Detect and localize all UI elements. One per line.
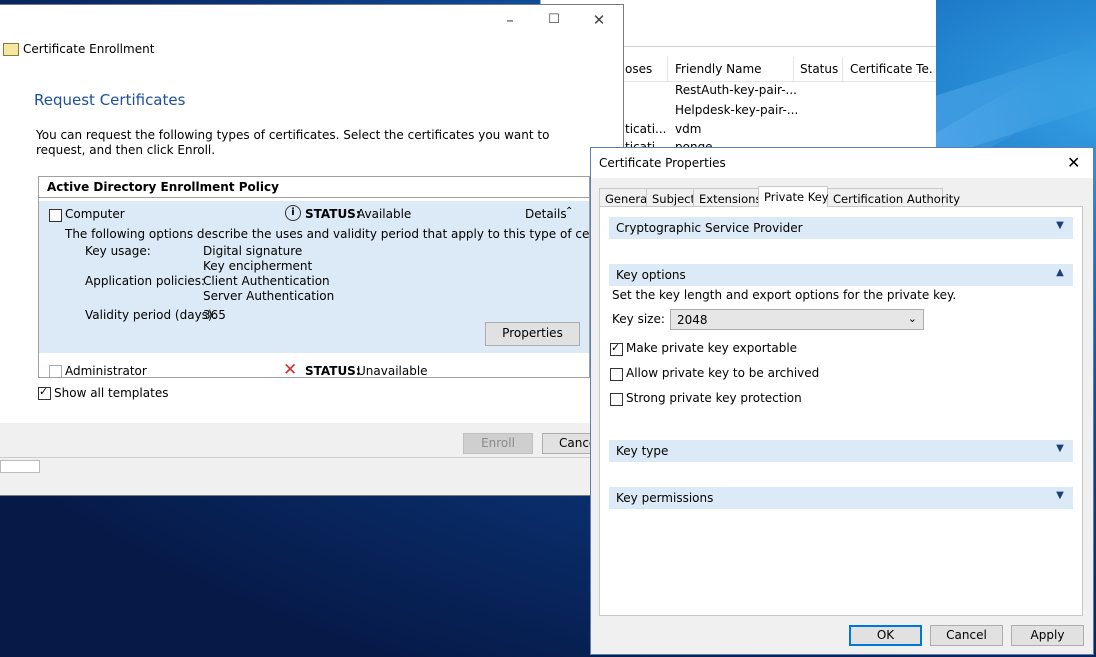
archive-label: Allow private key to be archived bbox=[626, 366, 820, 380]
mmc-row-purpose: ticati... bbox=[625, 122, 667, 136]
key-usage-value: Digital signature bbox=[203, 244, 303, 258]
key-options-label: Key options bbox=[616, 268, 686, 282]
key-size-value: 2048 bbox=[677, 313, 708, 327]
status-label: STATUS: bbox=[305, 207, 361, 221]
col-status[interactable]: Status bbox=[800, 62, 840, 76]
certificate-item-computer[interactable]: Computer i STATUS: Available Details ⌃ T… bbox=[39, 201, 589, 353]
mmc-row-friendly-name[interactable]: RestAuth-key-pair-... bbox=[675, 83, 797, 97]
mmc-row-friendly-name[interactable]: vdm bbox=[675, 122, 701, 136]
strong-protection-checkbox[interactable] bbox=[610, 393, 623, 406]
chevron-up-icon[interactable]: ⌃ bbox=[565, 206, 573, 217]
exportable-checkbox[interactable] bbox=[610, 341, 623, 356]
page-description: You can request the following types of c… bbox=[36, 128, 550, 157]
error-x-icon: ✕ bbox=[283, 360, 298, 378]
private-key-panel: Cryptographic Service Provider ▼ Key opt… bbox=[599, 206, 1083, 616]
enroll-button[interactable]: Enroll bbox=[463, 433, 533, 454]
chevron-up-icon[interactable]: ▲ bbox=[1055, 268, 1065, 278]
dialog-title: Certificate Properties bbox=[599, 156, 726, 170]
chevron-down-icon[interactable]: ▼ bbox=[1055, 221, 1065, 231]
close-icon[interactable]: ✕ bbox=[589, 11, 609, 29]
csp-section-header[interactable]: Cryptographic Service Provider ▼ bbox=[609, 217, 1073, 239]
options-description: The following options describe the uses … bbox=[65, 227, 590, 241]
mmc-row-friendly-name[interactable]: Helpdesk-key-pair-... bbox=[675, 103, 798, 117]
computer-label: Computer bbox=[65, 207, 125, 221]
app-policy-value: Client Authentication bbox=[203, 274, 330, 288]
key-usage-value: Key encipherment bbox=[203, 259, 313, 273]
dialog-titlebar: Certificate Properties ✕ bbox=[591, 148, 1093, 178]
validity-value: 365 bbox=[203, 308, 226, 322]
properties-button[interactable]: Properties bbox=[485, 322, 580, 346]
col-friendly-name[interactable]: Friendly Name bbox=[675, 62, 785, 76]
policy-title: Active Directory Enrollment Policy bbox=[47, 180, 279, 194]
archive-checkbox[interactable] bbox=[610, 368, 623, 381]
computer-checkbox[interactable] bbox=[49, 209, 62, 222]
tab-certification-authority[interactable]: Certification Authority bbox=[827, 188, 960, 206]
app-policies-label: Application policies: bbox=[85, 274, 206, 288]
exportable-label: Make private key exportable bbox=[626, 341, 798, 355]
csp-section-label: Cryptographic Service Provider bbox=[616, 221, 803, 235]
details-link[interactable]: Details bbox=[525, 207, 567, 221]
certificate-properties-dialog: Certificate Properties ✕ General Subject… bbox=[590, 147, 1094, 655]
administrator-label: Administrator bbox=[65, 364, 147, 378]
strong-protection-label: Strong private key protection bbox=[626, 391, 802, 405]
certificate-icon bbox=[3, 43, 19, 56]
tab-private-key[interactable]: Private Key bbox=[758, 186, 829, 207]
policy-header: Active Directory Enrollment Policy bbox=[39, 177, 589, 198]
enrollment-policy-list: Active Directory Enrollment Policy Compu… bbox=[38, 176, 590, 378]
minimize-icon[interactable]: – bbox=[500, 11, 520, 29]
key-type-label: Key type bbox=[616, 444, 669, 458]
app-policy-value: Server Authentication bbox=[203, 289, 335, 303]
maximize-icon[interactable]: ☐ bbox=[544, 11, 564, 29]
chevron-down-icon[interactable]: ▼ bbox=[1055, 491, 1065, 501]
show-all-templates-checkbox[interactable] bbox=[38, 385, 51, 400]
key-usage-label: Key usage: bbox=[85, 244, 151, 258]
enrollment-content-area: – ☐ ✕ Certificate Enrollment Request Cer… bbox=[0, 5, 623, 423]
ok-button[interactable]: OK bbox=[849, 625, 922, 646]
tab-extensions[interactable]: Extensions bbox=[693, 188, 761, 206]
key-options-section-header[interactable]: Key options ▲ bbox=[609, 264, 1073, 286]
col-intended-purposes[interactable]: oses bbox=[625, 62, 665, 76]
key-permissions-label: Key permissions bbox=[616, 491, 714, 505]
status-label: STATUS: bbox=[305, 364, 361, 378]
close-icon[interactable]: ✕ bbox=[1067, 153, 1080, 172]
cancel-button[interactable]: Cancel bbox=[930, 625, 1003, 646]
horizontal-scrollbar[interactable] bbox=[0, 457, 600, 474]
status-value: Available bbox=[357, 207, 412, 221]
key-size-label: Key size: bbox=[612, 312, 665, 326]
show-all-templates-label: Show all templates bbox=[54, 386, 169, 400]
scrollbar-thumb[interactable] bbox=[0, 460, 40, 473]
administrator-checkbox[interactable] bbox=[49, 365, 62, 377]
certificate-enrollment-window: – ☐ ✕ Certificate Enrollment Request Cer… bbox=[0, 4, 624, 496]
key-permissions-section-header[interactable]: Key permissions ▼ bbox=[609, 487, 1073, 509]
key-size-select[interactable]: 2048 ⌄ bbox=[670, 309, 924, 330]
info-icon: i bbox=[285, 205, 301, 221]
col-certificate-template[interactable]: Certificate Te... bbox=[850, 62, 934, 76]
tab-subject[interactable]: Subject bbox=[646, 188, 695, 206]
validity-label: Validity period (days): bbox=[85, 308, 217, 322]
key-type-section-header[interactable]: Key type ▼ bbox=[609, 440, 1073, 462]
page-heading: Request Certificates bbox=[34, 91, 186, 109]
status-value: Unavailable bbox=[357, 364, 428, 378]
chevron-down-icon[interactable]: ⌄ bbox=[908, 312, 917, 325]
key-options-description: Set the key length and export options fo… bbox=[612, 288, 957, 302]
tab-general[interactable]: General bbox=[599, 188, 650, 206]
chevron-down-icon[interactable]: ▼ bbox=[1055, 444, 1065, 454]
apply-button[interactable]: Apply bbox=[1011, 625, 1084, 646]
window-title: Certificate Enrollment bbox=[23, 42, 155, 56]
